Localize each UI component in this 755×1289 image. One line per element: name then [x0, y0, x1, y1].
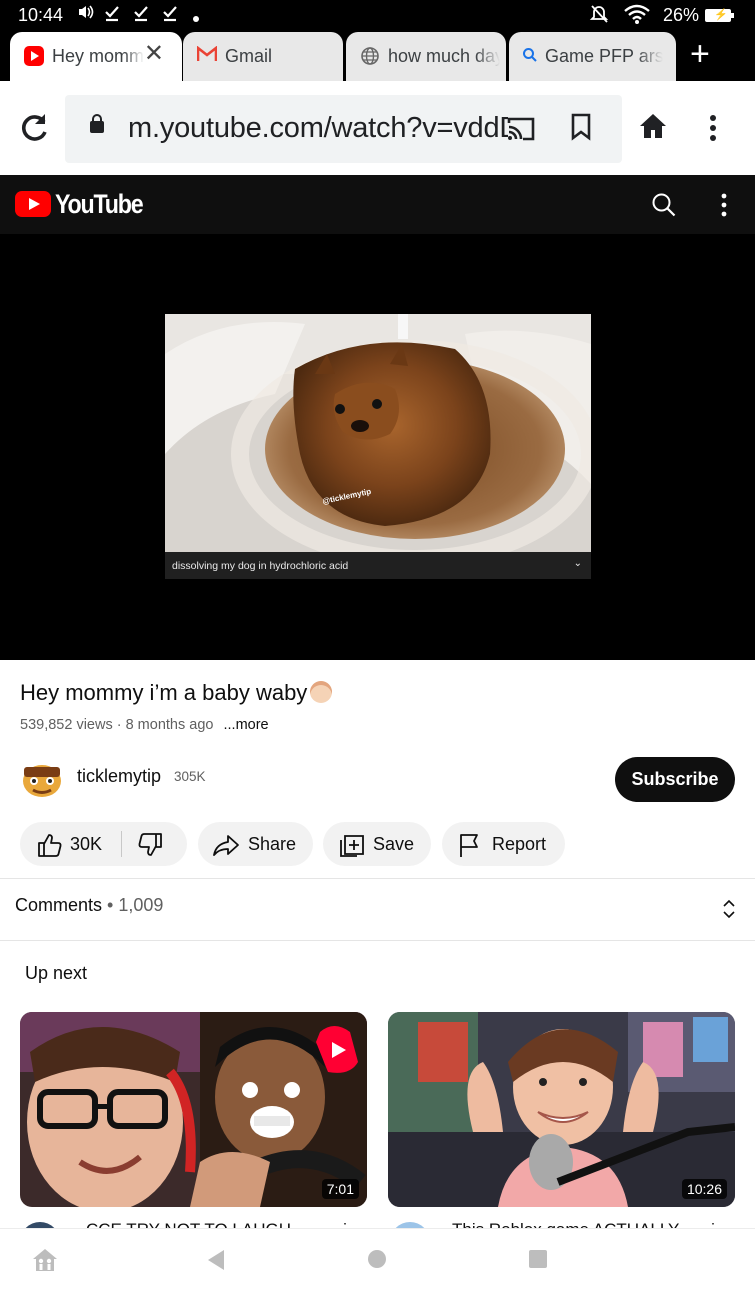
channel-row: ticklemytip 305K Subscribe — [20, 757, 735, 803]
video-title[interactable]: Hey mommy i’m a baby waby — [20, 680, 333, 706]
back-icon[interactable] — [206, 1249, 226, 1276]
new-tab-button[interactable]: + — [690, 36, 710, 72]
recents-icon[interactable] — [528, 1249, 548, 1274]
tab-title: Game PFP ars — [545, 46, 663, 66]
download-done-icon — [132, 4, 150, 27]
gmail-icon — [196, 45, 218, 66]
video-frame[interactable]: @ticklemytip — [165, 314, 591, 552]
video-meta[interactable]: 539,852 views · 8 months ago ...more — [20, 717, 269, 733]
url-text[interactable]: m.youtube.com/watch?v=vddD — [128, 112, 508, 145]
home-launcher-icon[interactable] — [32, 1247, 58, 1278]
upload-age: 8 months ago — [125, 717, 214, 733]
view-count: 539,852 views — [20, 717, 113, 733]
lock-icon[interactable] — [90, 114, 104, 133]
video-duration: 7:01 — [321, 1179, 359, 1199]
share-icon — [213, 835, 239, 856]
subscriber-count: 305K — [174, 769, 206, 784]
dislike-button[interactable] — [133, 822, 177, 866]
divider — [0, 940, 755, 941]
video-title-text: Hey mommy i’m a baby waby — [20, 680, 308, 705]
youtube-favicon-icon — [24, 46, 44, 66]
share-label: Share — [248, 834, 297, 854]
tab-gmail[interactable]: Gmail — [183, 32, 343, 81]
tab-strip: Hey momm ✕ Gmail how much day Game PFP a… — [0, 30, 755, 81]
volume-icon — [78, 4, 94, 25]
more-link[interactable]: ...more — [224, 717, 269, 733]
home-icon[interactable] — [367, 1249, 387, 1274]
add-to-playlist-icon — [340, 835, 364, 857]
channel-name[interactable]: ticklemytip — [77, 766, 161, 787]
more-options-icon[interactable] — [720, 193, 728, 222]
expand-icon[interactable] — [720, 898, 738, 920]
status-bar: 10:44 26% ⚡ — [0, 0, 755, 30]
caption-text: dissolving my dog in hydrochloric acid — [172, 560, 349, 572]
caption-bar[interactable]: dissolving my dog in hydrochloric acid ⌄ — [165, 552, 591, 579]
tab-title: Hey momm — [52, 46, 144, 66]
youtube-play-icon — [15, 191, 51, 217]
save-label: Save — [373, 834, 415, 854]
report-label: Report — [492, 834, 547, 854]
address-bar[interactable]: m.youtube.com/watch?v=vddD — [65, 95, 622, 163]
battery-icon: ⚡ — [705, 9, 734, 22]
share-button[interactable]: Share — [198, 822, 313, 866]
tab-search-result[interactable]: how much day — [346, 32, 506, 81]
bookmark-icon[interactable] — [570, 113, 606, 149]
video-duration: 10:26 — [681, 1179, 727, 1199]
browser-menu-button[interactable] — [707, 114, 743, 150]
baby-emoji-icon — [310, 681, 333, 703]
wifi-icon — [623, 4, 651, 29]
tab-game-pfp[interactable]: Game PFP ars — [509, 32, 676, 81]
download-done-icon — [103, 4, 121, 27]
subscribe-button[interactable]: Subscribe — [615, 757, 735, 802]
up-next-heading: Up next — [25, 963, 88, 983]
up-next-thumbnail[interactable]: 7:01 — [20, 1012, 367, 1207]
like-dislike-pill: 30K — [20, 822, 187, 866]
tab-youtube[interactable]: Hey momm ✕ — [10, 32, 182, 81]
tab-title: Gmail — [225, 46, 273, 66]
download-done-icon — [161, 4, 179, 27]
notification-dot-icon — [192, 8, 200, 28]
youtube-header: YouTube — [0, 175, 755, 234]
close-tab-icon[interactable]: ✕ — [144, 42, 164, 66]
divider — [0, 878, 755, 879]
report-button[interactable]: Report — [442, 822, 565, 866]
video-player[interactable]: @ticklemytip dissolving my dog in hydroc… — [0, 234, 755, 660]
android-nav-bar — [0, 1228, 755, 1289]
do-not-disturb-icon — [589, 4, 609, 29]
action-bar: 30K Share Save Report — [20, 822, 740, 866]
save-button[interactable]: Save — [323, 822, 431, 866]
flag-icon — [460, 834, 478, 857]
youtube-wordmark: YouTube — [55, 189, 144, 219]
comment-count: 1,009 — [118, 895, 164, 915]
globe-icon — [360, 46, 380, 66]
reload-button[interactable] — [17, 109, 53, 145]
channel-avatar[interactable] — [20, 759, 64, 799]
browser-toolbar: m.youtube.com/watch?v=vddD — [0, 81, 755, 175]
search-icon — [521, 46, 541, 66]
up-next-thumbnail[interactable]: 10:26 — [388, 1012, 735, 1207]
like-button[interactable]: 30K — [34, 822, 116, 866]
cast-icon[interactable] — [505, 115, 537, 143]
clock: 10:44 — [18, 5, 64, 25]
tab-title: how much day — [388, 46, 500, 66]
home-button[interactable] — [638, 111, 674, 147]
chevron-down-icon[interactable]: ⌄ — [574, 558, 582, 569]
battery-percent: 26% — [663, 5, 700, 25]
like-count: 30K — [70, 834, 103, 854]
comments-header[interactable]: Comments • 1,009 — [15, 895, 163, 916]
search-icon[interactable] — [651, 192, 677, 223]
comments-label: Comments — [15, 895, 103, 915]
